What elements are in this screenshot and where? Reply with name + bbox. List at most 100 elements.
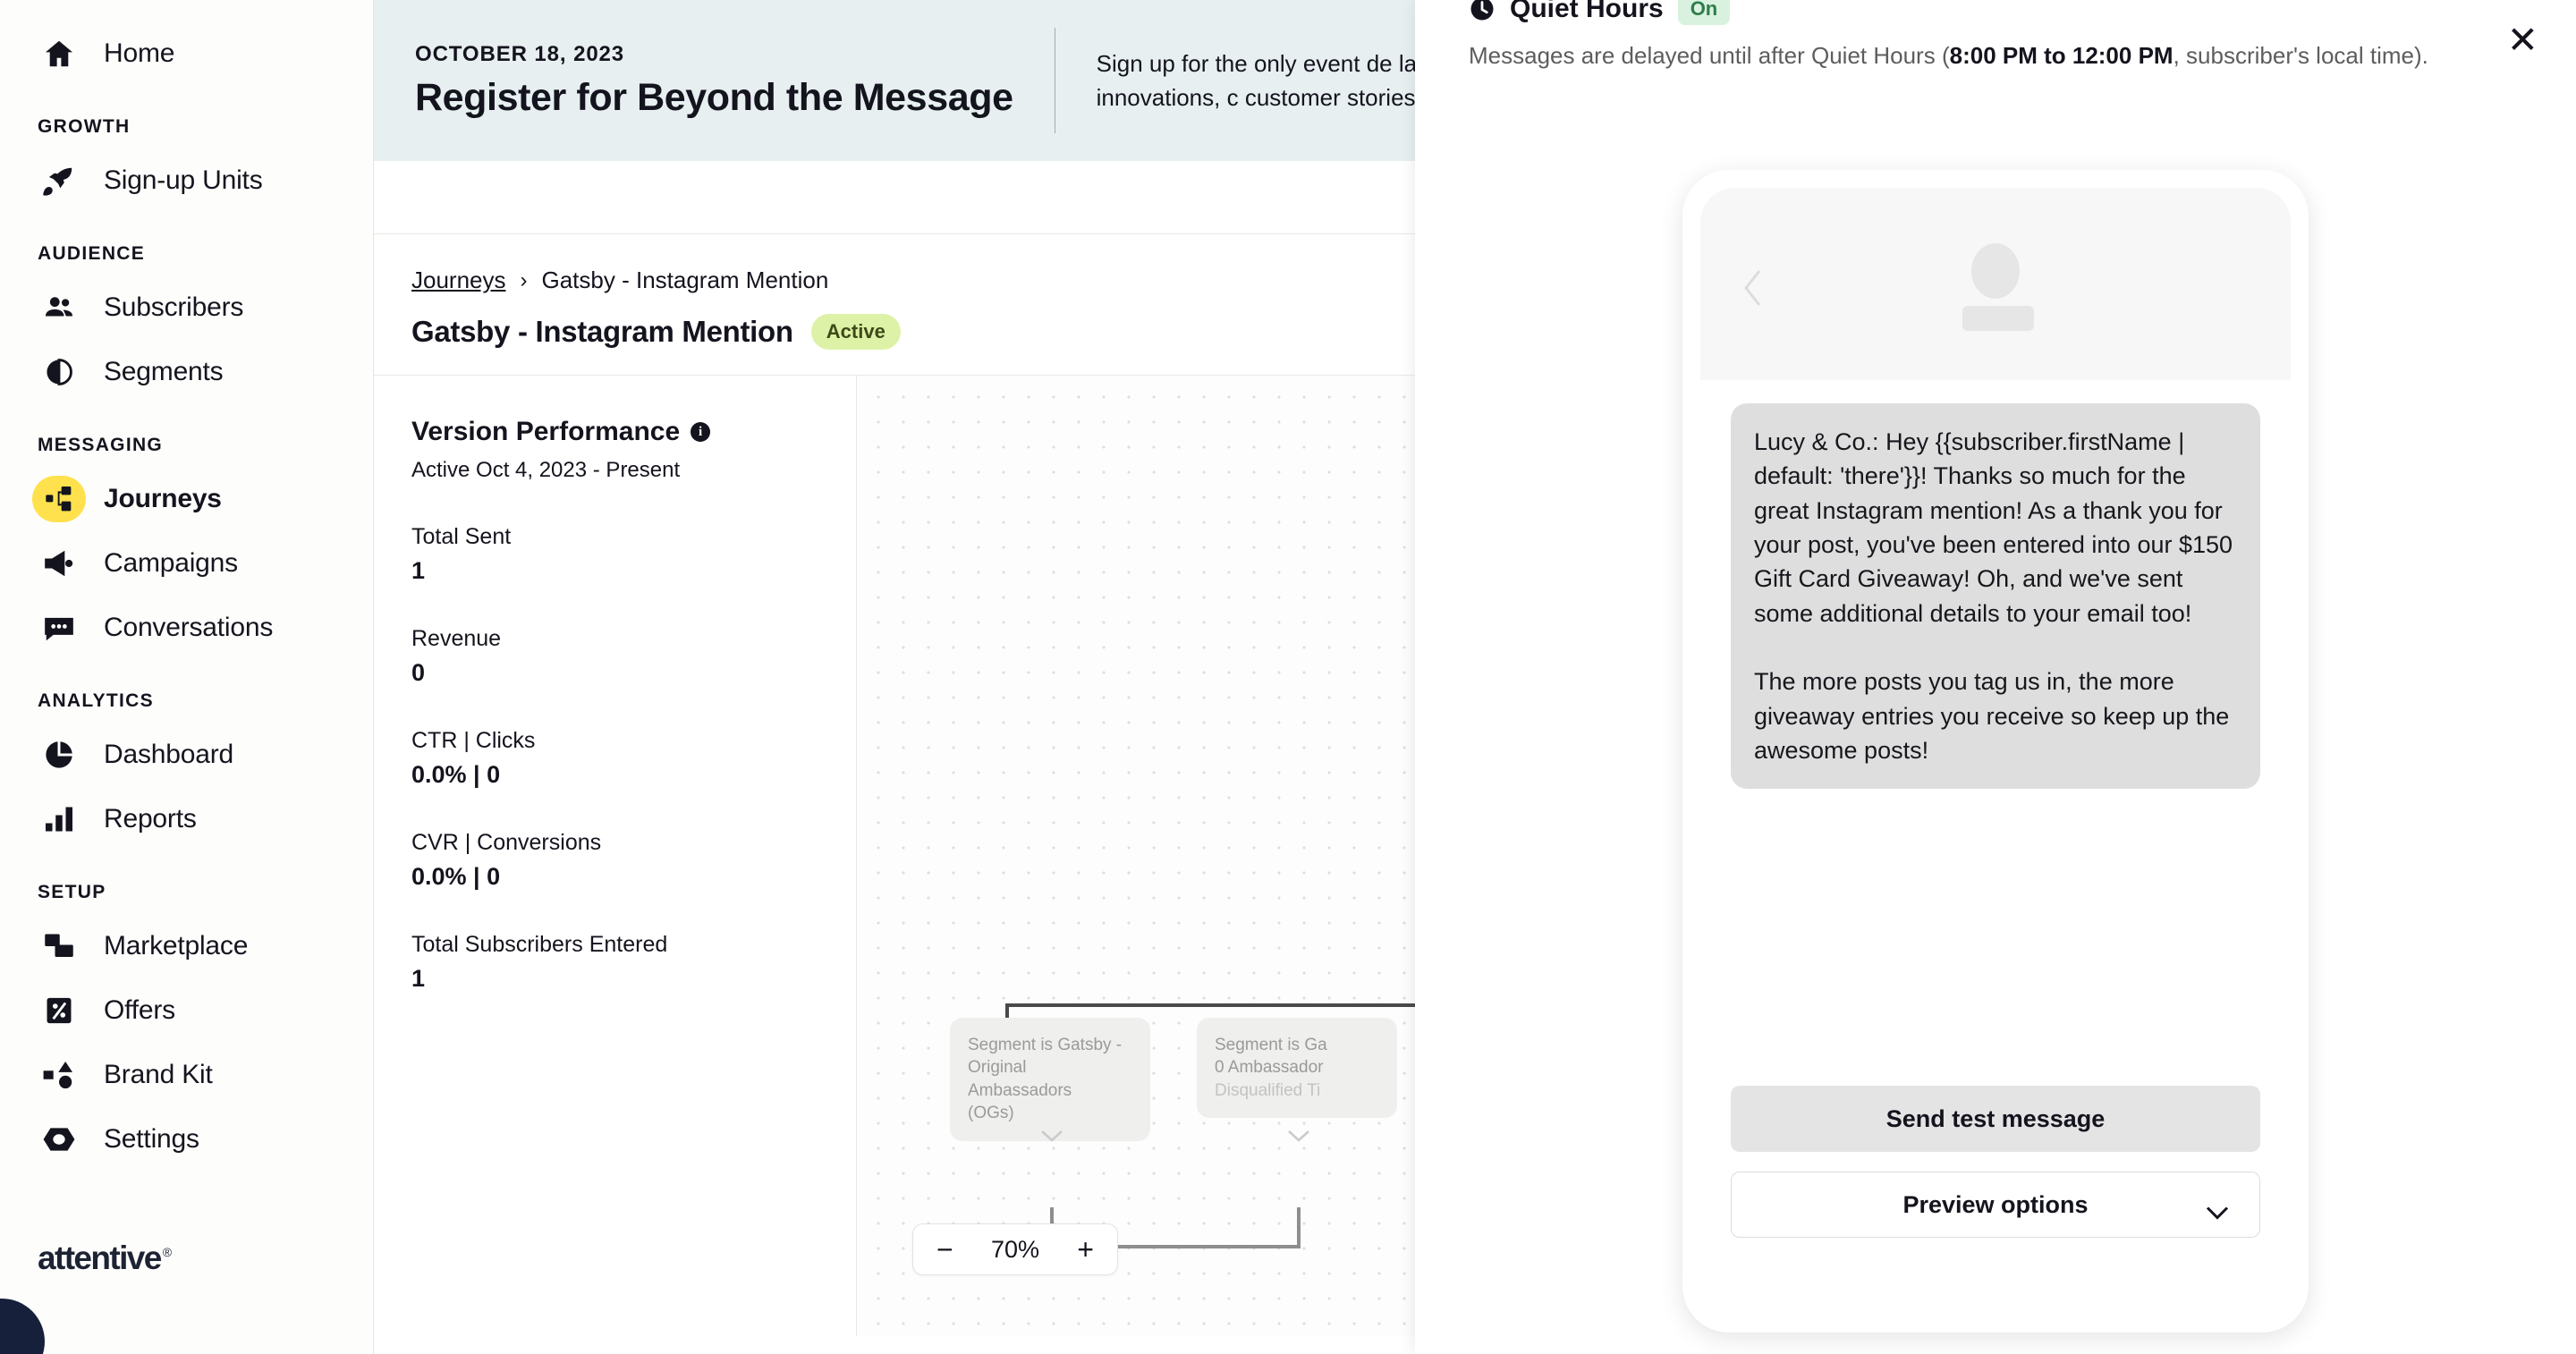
chevron-down-icon [1287,1130,1310,1142]
breadcrumb-journeys-link[interactable]: Journeys [411,267,506,294]
quiet-hours-header: Quiet Hours On [1469,0,2522,25]
avatar [1962,243,2034,331]
zoom-control[interactable]: − 70% + [912,1223,1118,1275]
metric-value: 1 [411,965,426,992]
promo-title: Register for Beyond the Message [415,75,1013,119]
sidebar-item-segments[interactable]: Segments [0,340,373,404]
megaphone-icon [38,542,80,585]
sidebar-item-brand-kit[interactable]: Brand Kit [0,1043,373,1107]
metric-value: 0.0% | 0 [411,863,501,890]
phone-screen: Lucy & Co.: Hey {{subscriber.firstName |… [1700,188,2291,1315]
sidebar-item-home[interactable]: Home [0,21,373,86]
brand-kit-icon [38,1054,80,1096]
chevron-down-icon [1040,1130,1063,1142]
sidebar-item-marketplace[interactable]: Marketplace [0,914,373,978]
sidebar-item-dashboard[interactable]: Dashboard [0,723,373,787]
edge-vertical-right [1297,1207,1301,1248]
metric-revenue: Revenue 0 [411,626,818,687]
quiet-hours-block: Quiet Hours On Messages are delayed unti… [1415,0,2576,73]
node-line: Disqualified Ti [1215,1080,1321,1100]
people-icon [38,286,80,329]
preview-options-button[interactable]: Preview options [1731,1172,2260,1238]
sidebar-item-label: Settings [104,1124,199,1154]
zoom-level: 70% [990,1235,1040,1263]
version-performance-subtitle: Active Oct 4, 2023 - Present [411,458,681,482]
node-line: Segment is Gatsby - [968,1036,1123,1054]
quiet-hours-title: Quiet Hours [1510,0,1664,23]
metric-label: Total Subscribers Entered [411,932,668,957]
sidebar-item-journeys[interactable]: Journeys [0,467,373,531]
quiet-hours-description: Messages are delayed until after Quiet H… [1469,39,2470,73]
metric-cvr-conversions: CVR | Conversions 0.0% | 0 [411,830,818,891]
phone-actions: Send test message Preview options [1731,1086,2260,1238]
page-title: Gatsby - Instagram Mention [411,315,793,348]
marketplace-icon [38,925,80,968]
sidebar-item-label: Segments [104,357,224,386]
avatar-head [1971,243,2020,299]
sidebar-item-subscribers[interactable]: Subscribers [0,275,373,340]
node-line: Segment is Ga [1215,1036,1327,1054]
chevron-left-icon[interactable] [1741,268,1765,308]
journeys-icon [32,476,86,522]
app-root: Home GROWTH Sign-up Units AUDIENCE Subsc… [0,0,2576,1354]
sidebar-item-sign-up-units[interactable]: Sign-up Units [0,148,373,213]
metric-value: 1 [411,557,426,584]
phone-topbar [1700,188,2291,380]
version-performance-header: Version Performance i [411,417,818,447]
quiet-hours-desc-range: 8:00 PM to 12:00 PM [1949,42,2174,69]
sidebar-item-label: Journeys [104,484,222,513]
node-line: 0 Ambassador [1215,1058,1324,1078]
quiet-hours-status-badge: On [1677,0,1731,25]
sidebar-item-offers[interactable]: Offers [0,978,373,1043]
avatar-body [1962,306,2034,331]
home-icon [38,32,80,75]
sidebar-section-setup: SETUP [38,882,106,902]
close-icon[interactable]: ✕ [2507,21,2538,59]
sidebar-item-label: Home [104,38,175,68]
node-line: Original Ambassadors [968,1058,1072,1100]
quiet-hours-desc-pre: Messages are delayed until after Quiet H… [1469,42,1950,69]
send-test-message-button[interactable]: Send test message [1731,1086,2260,1152]
sidebar-section-growth: GROWTH [38,116,131,137]
metric-total-sent: Total Sent 1 [411,524,818,585]
phone-frame: Lucy & Co.: Hey {{subscriber.firstName |… [1682,170,2309,1333]
metric-ctr-clicks: CTR | Clicks 0.0% | 0 [411,728,818,789]
breadcrumb-separator-icon: › [520,267,528,292]
sidebar-item-label: Brand Kit [104,1060,213,1089]
segments-icon [38,351,80,394]
chevron-down-icon [2206,1198,2229,1220]
info-icon[interactable]: i [691,422,711,442]
zoom-out-button[interactable]: − [936,1235,953,1264]
sidebar-item-conversations[interactable]: Conversations [0,596,373,660]
promo-date: OCTOBER 18, 2023 [415,41,625,66]
metric-label: Total Sent [411,524,512,549]
promo-left: OCTOBER 18, 2023 Register for Beyond the… [415,42,1055,120]
sidebar-item-label: Offers [104,995,175,1025]
breadcrumb-current: Gatsby - Instagram Mention [541,267,829,293]
journey-node-segment-og[interactable]: Segment is Gatsby - Original Ambassadors… [950,1018,1150,1141]
chat-icon [38,606,80,649]
version-performance-title: Version Performance [411,417,681,446]
sidebar: Home GROWTH Sign-up Units AUDIENCE Subsc… [0,0,374,1354]
status-badge: Active [810,314,901,350]
rocket-icon [38,159,80,202]
message-bubble: Lucy & Co.: Hey {{subscriber.firstName |… [1731,403,2260,790]
sidebar-item-settings[interactable]: Settings [0,1107,373,1172]
quiet-hours-desc-post: , subscriber's local time). [2173,42,2428,69]
sidebar-section-messaging: MESSAGING [38,435,164,455]
sidebar-section-analytics: ANALYTICS [38,690,154,711]
metric-total-subscribers-entered: Total Subscribers Entered 1 [411,932,818,993]
sidebar-item-label: Campaigns [104,548,238,578]
sidebar-item-reports[interactable]: Reports [0,787,373,851]
sidebar-item-label: Reports [104,804,197,834]
attentive-logo: attentive ® [38,1240,173,1276]
zoom-in-button[interactable]: + [1077,1235,1094,1264]
bar-chart-icon [38,798,80,841]
journey-node-segment-disqualified[interactable]: Segment is Ga 0 Ambassador Disqualified … [1197,1018,1397,1119]
sidebar-item-label: Subscribers [104,292,244,322]
preview-options-label: Preview options [1902,1190,2089,1218]
sidebar-item-campaigns[interactable]: Campaigns [0,531,373,596]
metric-value: 0 [411,659,426,686]
sidebar-item-label: Dashboard [104,740,233,769]
support-chat-launcher[interactable] [0,1299,45,1354]
